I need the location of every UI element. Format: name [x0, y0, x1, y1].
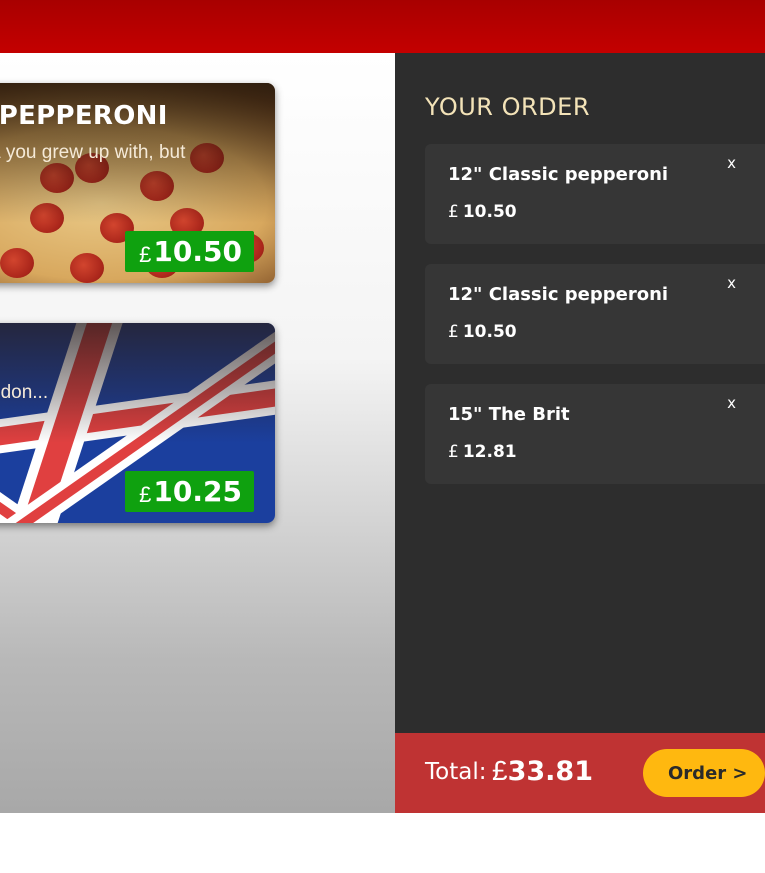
place-order-button[interactable]: Order >	[643, 749, 765, 797]
order-total-bar: Total: £33.81 Order >	[395, 733, 765, 813]
menu-item-title: C PEPPERONI	[0, 101, 168, 131]
total-amount: 33.81	[507, 756, 593, 787]
order-heading: YOUR ORDER	[425, 93, 590, 121]
order-item-price: £10.50	[448, 202, 517, 222]
price-value: 10.50	[153, 235, 242, 268]
menu-item-card-the-brit[interactable]: T ndon... £ 10.25	[0, 323, 275, 523]
menu-item-description: a you grew up with, but	[0, 142, 186, 163]
currency-symbol: £	[448, 202, 459, 222]
currency-symbol: £	[139, 241, 152, 267]
menu-list: C PEPPERONI a you grew up with, but £ 10…	[0, 53, 395, 813]
remove-item-button[interactable]: x	[727, 394, 736, 412]
order-item-name: 12" Classic pepperoni	[448, 284, 669, 305]
total-value: £33.81	[492, 755, 593, 787]
currency-symbol: £	[492, 755, 508, 786]
order-item: 12" Classic pepperoni £10.50 x	[425, 144, 765, 244]
price-value: 10.25	[153, 475, 242, 508]
remove-item-button[interactable]: x	[727, 154, 736, 172]
currency-symbol: £	[139, 481, 152, 507]
order-item-price: £10.50	[448, 322, 517, 342]
menu-item-description: ndon...	[0, 382, 49, 403]
order-panel: YOUR ORDER 12" Classic pepperoni £10.50 …	[395, 53, 765, 733]
currency-symbol: £	[448, 442, 459, 462]
price-badge[interactable]: £ 10.25	[125, 471, 254, 512]
order-item-name: 12" Classic pepperoni	[448, 164, 669, 185]
order-item-price: £12.81	[448, 442, 517, 462]
menu-item-card-pepperoni[interactable]: C PEPPERONI a you grew up with, but £ 10…	[0, 83, 275, 283]
price-badge[interactable]: £ 10.50	[125, 231, 254, 272]
order-item: 12" Classic pepperoni £10.50 x	[425, 264, 765, 364]
order-item: 15" The Brit £12.81 x	[425, 384, 765, 484]
total-label: Total:	[425, 759, 487, 785]
top-header-bar	[0, 0, 765, 53]
order-item-name: 15" The Brit	[448, 404, 570, 425]
currency-symbol: £	[448, 322, 459, 342]
remove-item-button[interactable]: x	[727, 274, 736, 292]
